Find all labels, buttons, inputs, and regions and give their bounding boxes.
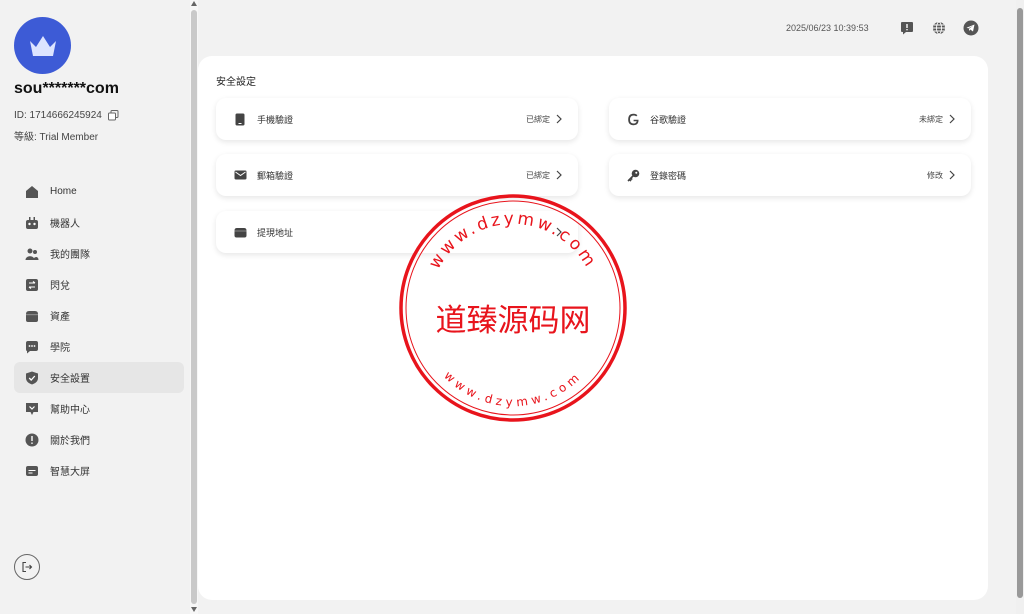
phone-icon [233, 112, 247, 126]
help-icon [24, 401, 40, 417]
chevron-right-icon [554, 170, 564, 180]
sidebar-item-about[interactable]: 關於我們 [14, 424, 184, 455]
logout-icon [22, 561, 33, 573]
telegram-button[interactable] [963, 20, 979, 36]
sidebar-item-label: 資產 [50, 312, 70, 323]
sidebar-item-help[interactable]: 幫助中心 [14, 393, 184, 424]
chevron-right-icon [947, 114, 957, 124]
mail-icon [233, 168, 247, 182]
login-password-card[interactable]: 登錄密碼 修改 [609, 154, 971, 196]
scroll-down-arrow-icon[interactable] [191, 607, 197, 612]
sidebar-item-label: 安全設置 [50, 374, 90, 385]
email-verification-card[interactable]: 郵箱驗證 已綁定 [216, 154, 578, 196]
info-icon [24, 432, 40, 448]
google-verification-card[interactable]: 谷歌驗證 未綁定 [609, 98, 971, 140]
card-status: 未綁定 [919, 114, 943, 124]
sidebar-item-label: 我的團隊 [50, 250, 90, 261]
user-level: 等級: Trial Member [14, 132, 99, 143]
wallet-icon [233, 225, 247, 239]
sidebar-item-label: Home [50, 186, 77, 197]
sidebar-item-label: 閃兌 [50, 281, 70, 292]
sidebar-nav: Home 機器人 我的團隊 閃兌 資產 學院 安全設置 幫助中心 關於我們 智慧… [14, 176, 184, 486]
card-label: 登錄密碼 [650, 170, 687, 181]
card-label: 谷歌驗證 [650, 114, 687, 125]
sidebar: sou*******com ID: 1714666245924 等級: Tria… [0, 0, 190, 614]
card-label: 手機驗證 [257, 114, 294, 125]
support-icon [901, 22, 913, 35]
key-icon [626, 168, 640, 182]
robot-icon [24, 215, 40, 231]
avatar[interactable] [14, 17, 71, 74]
sidebar-scrollbar[interactable] [190, 0, 198, 614]
user-id-text: ID: 1714666245924 [14, 110, 102, 121]
sidebar-item-security[interactable]: 安全設置 [14, 362, 184, 393]
sidebar-item-label: 關於我們 [50, 436, 90, 447]
card-status: 已綁定 [526, 170, 550, 180]
screen-icon [24, 463, 40, 479]
sidebar-item-academy[interactable]: 學院 [14, 331, 184, 362]
home-icon [24, 184, 40, 200]
copy-icon[interactable] [107, 110, 119, 121]
panel-title: 安全設定 [216, 77, 256, 88]
sidebar-item-label: 智慧大屏 [50, 467, 90, 478]
scroll-up-arrow-icon[interactable] [191, 1, 197, 6]
sidebar-scrollbar-thumb[interactable] [191, 10, 197, 604]
card-status: 修改 [927, 170, 943, 180]
card-label: 郵箱驗證 [257, 170, 294, 181]
shield-icon [24, 370, 40, 386]
chevron-right-icon [554, 114, 564, 124]
sidebar-item-home[interactable]: Home [14, 176, 184, 207]
phone-verification-card[interactable]: 手機驗證 已綁定 [216, 98, 578, 140]
watermark-bottom-arc: www.dzymw.com [441, 368, 584, 409]
chat-icon [24, 339, 40, 355]
exchange-icon [24, 277, 40, 293]
watermark-stamp: www.dzymw.com 道臻源码网 www.dzymw.com [399, 194, 627, 422]
support-button[interactable] [899, 20, 915, 36]
crown-icon [29, 35, 56, 56]
header-datetime: 2025/06/23 10:39:53 [786, 23, 869, 33]
language-button[interactable] [931, 20, 947, 36]
card-status: 已綁定 [526, 114, 550, 124]
wallet-icon [24, 308, 40, 324]
sidebar-item-label: 機器人 [50, 219, 80, 230]
globe-icon [933, 21, 945, 35]
sidebar-item-robot[interactable]: 機器人 [14, 207, 184, 238]
telegram-icon [963, 20, 979, 36]
sidebar-item-assets[interactable]: 資產 [14, 300, 184, 331]
sidebar-item-label: 學院 [50, 343, 70, 354]
page-scrollbar[interactable] [1016, 0, 1024, 614]
sidebar-item-team[interactable]: 我的團隊 [14, 238, 184, 269]
user-id: ID: 1714666245924 [14, 110, 119, 121]
watermark-center-text: 道臻源码网 [436, 303, 591, 339]
sidebar-item-exchange[interactable]: 閃兌 [14, 269, 184, 300]
sidebar-item-dashboard[interactable]: 智慧大屏 [14, 455, 184, 486]
google-icon [626, 112, 640, 126]
username: sou*******com [14, 80, 119, 97]
logout-button[interactable] [14, 554, 40, 580]
chevron-right-icon [947, 170, 957, 180]
watermark-top-arc: www.dzymw.com [425, 209, 601, 273]
page-scrollbar-thumb[interactable] [1017, 8, 1023, 598]
sidebar-item-label: 幫助中心 [50, 405, 90, 416]
team-icon [24, 246, 40, 262]
